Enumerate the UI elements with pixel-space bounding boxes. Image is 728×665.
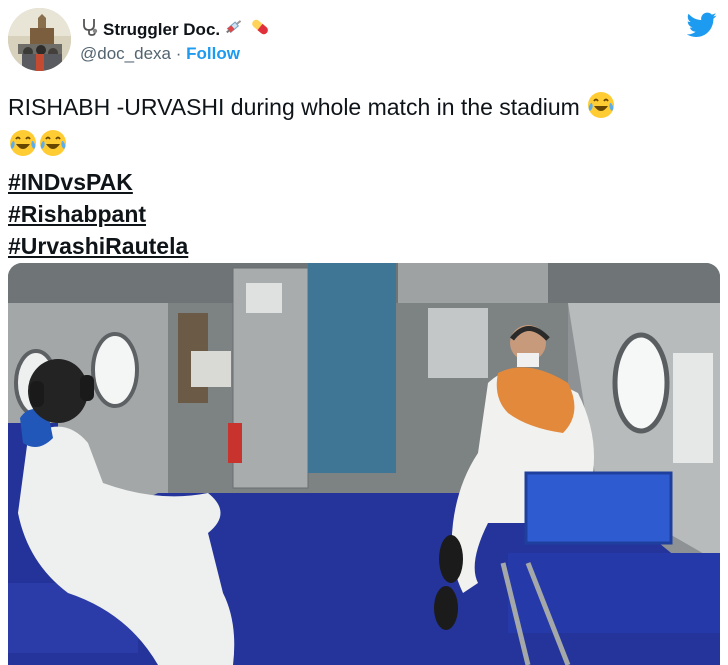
tweet-photo[interactable] (8, 263, 720, 665)
author-handle-row: @doc_dexa · Follow (80, 44, 240, 64)
hashtag-link[interactable]: #INDvsPAK (8, 166, 133, 198)
tweet-body: RISHABH -URVASHI during whole match in t… (8, 90, 708, 262)
face-with-tears-of-joy-icon (8, 128, 38, 166)
emoji-line (8, 128, 708, 166)
follow-button[interactable]: Follow (186, 44, 240, 63)
twitter-bird-icon[interactable] (686, 12, 717, 38)
helicopter-cabin-image (8, 263, 720, 665)
syringe-icon (223, 17, 245, 42)
tweet-card: Struggler Doc. @doc_dexa · Follow RISHAB… (0, 0, 728, 665)
hashtag-link[interactable]: #UrvashiRautela (8, 230, 188, 262)
handle-separator: · (175, 44, 182, 63)
tweet-text: RISHABH -URVASHI during whole match in t… (8, 94, 580, 120)
face-with-tears-of-joy-icon (586, 90, 616, 128)
face-with-tears-of-joy-icon (38, 128, 68, 166)
avatar[interactable] (8, 8, 71, 71)
hashtag-link[interactable]: #Rishabpant (8, 198, 146, 230)
author-display-name[interactable]: Struggler Doc. (103, 20, 220, 40)
pill-icon (248, 15, 272, 44)
tweet-text-line: RISHABH -URVASHI during whole match in t… (8, 90, 708, 128)
author-name-row[interactable]: Struggler Doc. (80, 15, 272, 44)
stethoscope-icon (80, 17, 100, 42)
author-handle[interactable]: @doc_dexa (80, 44, 171, 63)
